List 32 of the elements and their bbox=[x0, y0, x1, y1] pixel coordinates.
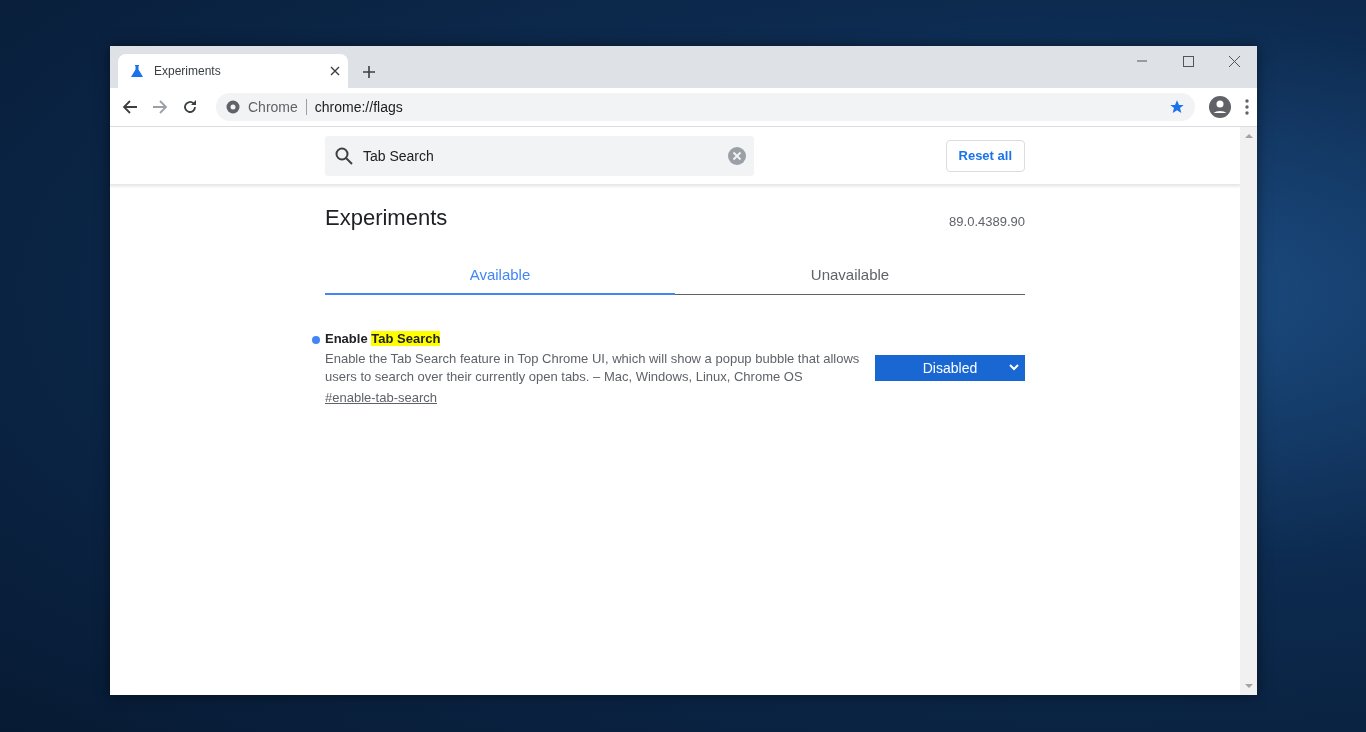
forward-arrow-icon[interactable] bbox=[152, 99, 168, 115]
profile-avatar-icon[interactable] bbox=[1209, 96, 1231, 118]
reload-icon[interactable] bbox=[182, 99, 198, 115]
flag-link[interactable]: #enable-tab-search bbox=[325, 390, 438, 405]
chevron-icon bbox=[1009, 363, 1019, 371]
scroll-up-icon[interactable] bbox=[1244, 133, 1253, 139]
page-tab[interactable]: Unavailable bbox=[675, 255, 1025, 295]
reset-all-button[interactable]: Reset all bbox=[945, 139, 1025, 172]
site-label: Chrome bbox=[248, 99, 298, 115]
url-text: chrome://flags bbox=[314, 99, 404, 115]
new-tab-icon[interactable] bbox=[362, 65, 376, 79]
menu-icon[interactable] bbox=[1245, 99, 1249, 115]
flag-description: Enable the Tab Search feature in Top Chrome UI, which will show a popup bubble that allows users to search over their currently open tabs. – Mac, Windows, Linux, Chrome OS bbox=[325, 350, 860, 386]
version-text: 89.0.4389.90 bbox=[949, 214, 1025, 229]
browser-tab[interactable]: Experiments bbox=[118, 54, 348, 88]
page-tab[interactable]: Available bbox=[325, 255, 675, 295]
scroll-down-icon[interactable] bbox=[1244, 683, 1253, 689]
back-arrow-icon[interactable] bbox=[122, 99, 138, 115]
flag-dropdown[interactable]: Disabled bbox=[875, 355, 1025, 381]
page-title: Experiments bbox=[325, 205, 448, 231]
search-icon bbox=[335, 146, 353, 165]
tab-title: Experiments bbox=[154, 64, 222, 78]
address-bar[interactable]: Chrome chrome://flags bbox=[216, 93, 1195, 121]
search-bar[interactable]: Tab Search bbox=[325, 135, 754, 176]
flag-title: Enable Tab Search bbox=[325, 331, 442, 346]
close-icon[interactable] bbox=[330, 66, 340, 76]
flask-icon bbox=[130, 64, 144, 78]
search-input[interactable]: Tab Search bbox=[361, 146, 720, 165]
star-icon[interactable] bbox=[1169, 99, 1185, 115]
clear-icon[interactable] bbox=[728, 146, 746, 165]
chrome-logo-icon bbox=[226, 100, 240, 114]
scrollbar[interactable] bbox=[1240, 127, 1257, 695]
